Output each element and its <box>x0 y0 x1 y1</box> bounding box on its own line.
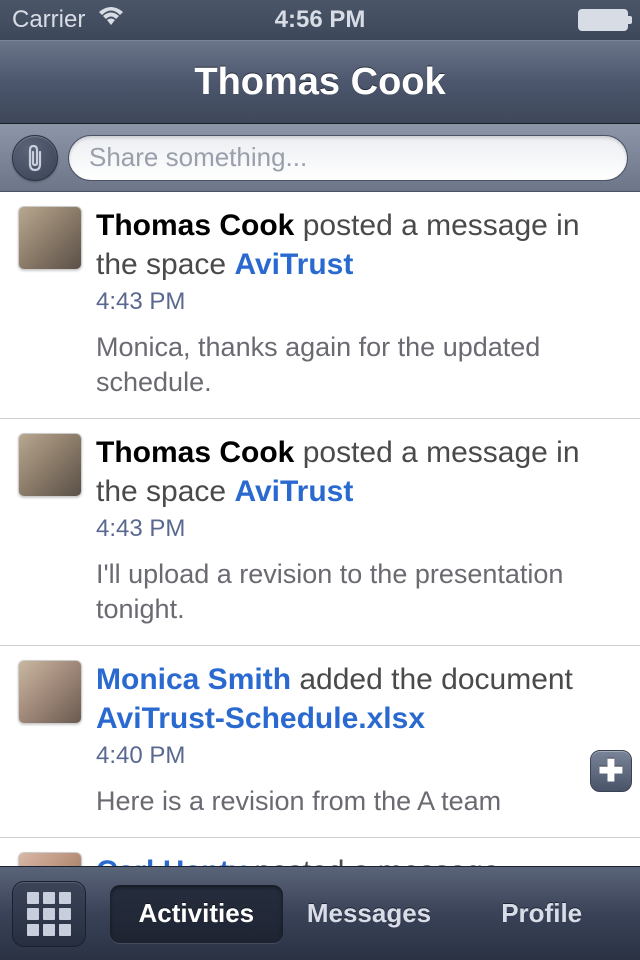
status-bar: Carrier 4:56 PM <box>0 0 640 40</box>
space-link[interactable]: AviTrust <box>234 248 353 281</box>
page-title: Thomas Cook <box>194 61 445 104</box>
avatar[interactable] <box>18 206 82 270</box>
activity-text: Carl Henty posted a message <box>96 852 624 866</box>
message-body: Here is a revision from the A team <box>96 784 624 819</box>
actor-link[interactable]: Carl Henty <box>96 855 246 866</box>
attachment-button[interactable] <box>12 135 58 181</box>
tab-profile[interactable]: Profile <box>455 885 628 943</box>
navigation-bar: Thomas Cook <box>0 40 640 124</box>
tab-activities[interactable]: Activities <box>110 885 283 943</box>
feed-item[interactable]: Carl Henty posted a message 4:35 PM <box>0 838 640 866</box>
tab-messages[interactable]: Messages <box>283 885 456 943</box>
activity-text: Thomas Cook posted a message in the spac… <box>96 433 624 511</box>
actor-name: Thomas Cook <box>96 436 294 469</box>
feed-item[interactable]: Thomas Cook posted a message in the spac… <box>0 419 640 646</box>
share-input[interactable] <box>68 135 628 181</box>
timestamp: 4:43 PM <box>96 515 624 543</box>
expand-button[interactable]: ✚ <box>590 750 632 792</box>
document-link[interactable]: AviTrust-Schedule.xlsx <box>96 699 624 738</box>
grid-icon <box>27 892 71 936</box>
actor-name: Thomas Cook <box>96 209 294 242</box>
paperclip-icon <box>24 144 46 172</box>
activity-feed[interactable]: Thomas Cook posted a message in the spac… <box>0 192 640 866</box>
activity-text: Thomas Cook posted a message in the spac… <box>96 206 624 284</box>
activity-text: Monica Smith added the document AviTrust… <box>96 660 624 738</box>
timestamp: 4:43 PM <box>96 288 624 316</box>
feed-item[interactable]: Monica Smith added the document AviTrust… <box>0 646 640 838</box>
clock-label: 4:56 PM <box>275 6 366 34</box>
share-bar <box>0 124 640 192</box>
message-body: I'll upload a revision to the presentati… <box>96 557 624 627</box>
avatar[interactable] <box>18 433 82 497</box>
tab-bar: Activities Messages Profile <box>0 866 640 960</box>
plus-icon: ✚ <box>598 754 623 789</box>
space-link[interactable]: AviTrust <box>234 475 353 508</box>
segmented-control: Activities Messages Profile <box>110 885 628 943</box>
avatar[interactable] <box>18 852 82 866</box>
carrier-label: Carrier <box>12 6 85 34</box>
message-body: Monica, thanks again for the updated sch… <box>96 330 624 400</box>
avatar[interactable] <box>18 660 82 724</box>
apps-grid-button[interactable] <box>12 881 86 947</box>
battery-icon <box>578 9 628 31</box>
wifi-icon <box>97 6 125 34</box>
actor-link[interactable]: Monica Smith <box>96 663 291 696</box>
timestamp: 4:40 PM <box>96 742 624 770</box>
feed-item[interactable]: Thomas Cook posted a message in the spac… <box>0 192 640 419</box>
